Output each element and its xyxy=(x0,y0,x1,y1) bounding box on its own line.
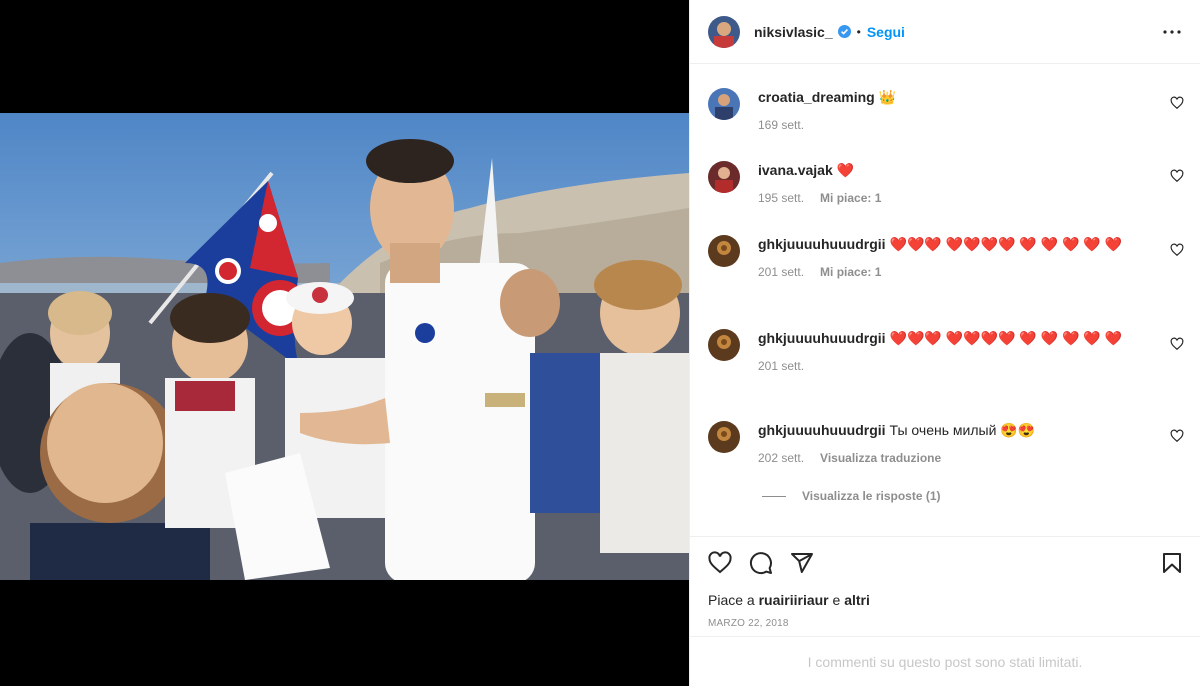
comment-username[interactable]: ghkjuuuuhuuudrgii xyxy=(758,330,886,346)
commenter-avatar[interactable] xyxy=(708,235,740,267)
post-photo-illustration xyxy=(0,113,689,580)
save-bookmark-icon[interactable] xyxy=(1160,551,1184,575)
comment-username[interactable]: croatia_dreaming xyxy=(758,89,875,105)
comment-text: 👑 xyxy=(878,89,897,105)
post-media xyxy=(0,0,689,686)
comment-item: ghkjuuuuhuuudrgii Ты очень милый 😍😍 202 s… xyxy=(708,421,1184,489)
comments-limited-notice: I commenti su questo post sono stati lim… xyxy=(690,636,1200,686)
commenter-avatar[interactable] xyxy=(708,421,740,453)
commenter-avatar[interactable] xyxy=(708,329,740,361)
comment-item: ivana.vajak ❤️ 195 sett. Mi piace: 1 xyxy=(708,161,1184,235)
post-panel: niksivlasic_ • Segui croatia_dreaming 👑 1… xyxy=(689,0,1200,686)
likes-joiner: e xyxy=(832,592,841,608)
comment-bubble-icon[interactable] xyxy=(749,551,773,575)
comment-username[interactable]: ivana.vajak xyxy=(758,162,833,178)
more-options-icon[interactable] xyxy=(1160,20,1184,44)
commenter-avatar[interactable] xyxy=(708,88,740,120)
follow-button[interactable]: Segui xyxy=(867,24,905,40)
likes-prefix: Piace a xyxy=(708,592,755,608)
author-avatar[interactable] xyxy=(708,15,740,48)
comment-username[interactable]: ghkjuuuuhuuudrgii xyxy=(758,422,886,438)
comment-time[interactable]: 201 sett. xyxy=(758,359,804,373)
comment-text: ❤️ xyxy=(836,162,855,178)
comment-item: croatia_dreaming 👑 169 sett. xyxy=(708,88,1184,161)
post-header: niksivlasic_ • Segui xyxy=(690,0,1200,64)
comment-time[interactable]: 202 sett. xyxy=(758,451,804,465)
comment-likes-count[interactable]: Mi piace: 1 xyxy=(820,191,881,205)
post-date[interactable]: MARZO 22, 2018 xyxy=(708,618,789,629)
likes-user-link[interactable]: ruairiiriaur xyxy=(759,592,829,608)
comment-time[interactable]: 201 sett. xyxy=(758,265,804,279)
post-actions-bar xyxy=(690,536,1200,588)
share-paper-plane-icon[interactable] xyxy=(790,551,814,575)
author-username[interactable]: niksivlasic_ xyxy=(754,24,833,40)
like-heart-icon[interactable] xyxy=(708,550,732,575)
comment-like-heart-icon[interactable] xyxy=(1170,337,1184,351)
comment-text: ❤️❤️❤️ ❤️❤️❤️❤️ ❤️ ❤️ ❤️ ❤️ ❤️ xyxy=(889,330,1123,346)
comment-like-heart-icon[interactable] xyxy=(1170,169,1184,183)
comment-like-heart-icon[interactable] xyxy=(1170,96,1184,110)
commenter-avatar[interactable] xyxy=(708,161,740,193)
comments-list[interactable]: croatia_dreaming 👑 169 sett. ivana.vajak ❤… xyxy=(690,64,1200,536)
header-separator: • xyxy=(856,24,861,39)
comment-time[interactable]: 169 sett. xyxy=(758,118,804,132)
comment-text: Ты очень милый 😍😍 xyxy=(889,422,1036,438)
comment-item: ghkjuuuuhuuudrgii ❤️❤️❤️ ❤️❤️❤️❤️ ❤️ ❤️ ❤… xyxy=(708,235,1184,329)
likes-others-link[interactable]: altri xyxy=(844,592,870,608)
verified-badge-icon xyxy=(837,25,851,38)
comment-time[interactable]: 195 sett. xyxy=(758,191,804,205)
comment-likes-count[interactable]: Mi piace: 1 xyxy=(820,265,881,279)
replies-divider-line xyxy=(762,495,786,497)
comment-item: ghkjuuuuhuuudrgii ❤️❤️❤️ ❤️❤️❤️❤️ ❤️ ❤️ ❤… xyxy=(708,329,1184,421)
translate-link[interactable]: Visualizza traduzione xyxy=(820,451,941,465)
comment-username[interactable]: ghkjuuuuhuuudrgii xyxy=(758,236,886,252)
view-replies-button[interactable]: Visualizza le risposte (1) xyxy=(762,489,1184,503)
likes-summary: Piace a ruairiiriaur e altri xyxy=(708,592,870,608)
view-replies-label: Visualizza le risposte (1) xyxy=(802,489,941,503)
comment-like-heart-icon[interactable] xyxy=(1170,429,1184,443)
comment-text: ❤️❤️❤️ ❤️❤️❤️❤️ ❤️ ❤️ ❤️ ❤️ ❤️ xyxy=(889,236,1123,252)
post-photo[interactable] xyxy=(0,113,689,580)
comment-like-heart-icon[interactable] xyxy=(1170,243,1184,257)
